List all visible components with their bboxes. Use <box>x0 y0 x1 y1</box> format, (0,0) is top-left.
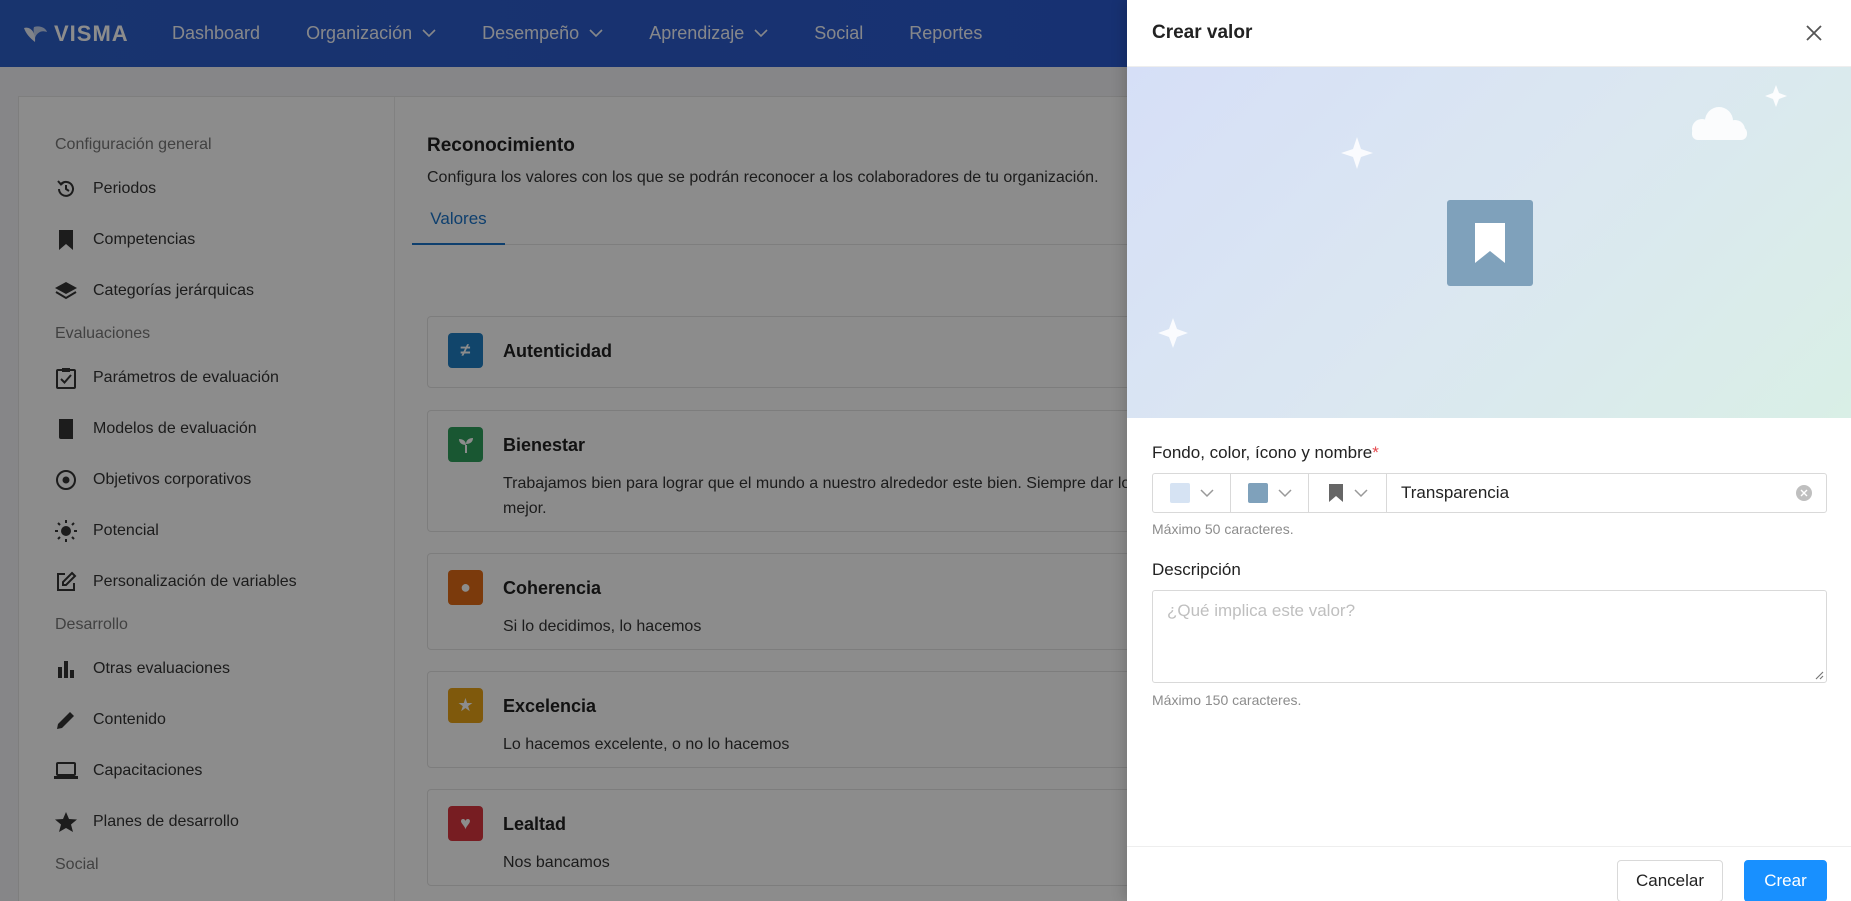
value-name-input[interactable]: Transparencia <box>1387 474 1826 512</box>
required-mark: * <box>1372 443 1379 462</box>
background-swatch <box>1169 483 1190 503</box>
name-hint: Máximo 50 caracteres. <box>1152 521 1294 537</box>
drawer-title: Crear valor <box>1152 22 1253 43</box>
value-combo-field: Transparencia <box>1152 473 1827 513</box>
icon-picker[interactable] <box>1309 474 1387 512</box>
drawer-header: Crear valor <box>1127 0 1851 67</box>
chevron-down-icon <box>1277 488 1292 498</box>
bookmark-icon <box>1328 484 1343 502</box>
create-value-drawer: Crear valor Fondo, color, ícono y nombre… <box>1127 0 1851 901</box>
label-text: Fondo, color, ícono y nombre <box>1152 443 1373 462</box>
preview-icon-tile <box>1447 200 1533 286</box>
background-picker[interactable] <box>1153 474 1231 512</box>
chevron-down-icon <box>1199 488 1214 498</box>
value-preview <box>1127 67 1851 418</box>
color-picker[interactable] <box>1231 474 1309 512</box>
cancel-button[interactable]: Cancelar <box>1617 860 1723 901</box>
color-swatch <box>1247 483 1268 503</box>
close-icon <box>1806 25 1822 41</box>
close-button[interactable] <box>1802 21 1826 45</box>
bookmark-icon <box>1475 223 1505 263</box>
clear-icon <box>1800 489 1808 497</box>
resize-handle-icon[interactable] <box>1814 670 1824 680</box>
clear-input-button[interactable] <box>1796 485 1812 501</box>
drawer-footer: Cancelar Crear <box>1127 846 1851 901</box>
create-button[interactable]: Crear <box>1744 860 1827 901</box>
input-value: Transparencia <box>1401 483 1510 502</box>
description-hint: Máximo 150 caracteres. <box>1152 692 1302 708</box>
chevron-down-icon <box>1353 488 1368 498</box>
textarea-placeholder: ¿Qué implica este valor? <box>1167 601 1356 620</box>
description-textarea[interactable]: ¿Qué implica este valor? <box>1152 590 1827 683</box>
description-label: Descripción <box>1152 560 1241 579</box>
cloud-icon <box>1692 107 1747 140</box>
name-field-label: Fondo, color, ícono y nombre* <box>1152 443 1379 463</box>
